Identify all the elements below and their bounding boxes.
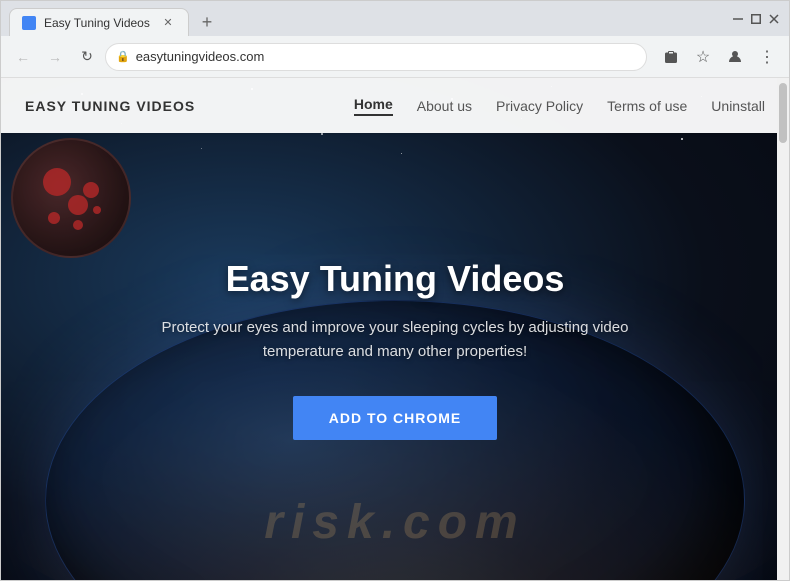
- nav-privacy[interactable]: Privacy Policy: [496, 98, 583, 114]
- hero-content: Easy Tuning Videos Protect your eyes and…: [145, 258, 645, 440]
- title-bar: Easy Tuning Videos ✕ +: [1, 1, 789, 36]
- scrollbar[interactable]: [777, 78, 789, 580]
- nav-about[interactable]: About us: [417, 98, 472, 114]
- active-tab[interactable]: Easy Tuning Videos ✕: [9, 8, 189, 36]
- maximize-button[interactable]: [749, 12, 763, 26]
- tab-close-button[interactable]: ✕: [160, 15, 176, 31]
- address-bar: ← → ↻ 🔒 easytuningvideos.com ☆ ⋮: [1, 36, 789, 78]
- nav-terms[interactable]: Terms of use: [607, 98, 687, 114]
- extensions-icon[interactable]: [657, 43, 685, 71]
- address-text: easytuningvideos.com: [136, 49, 636, 64]
- minimize-button[interactable]: [731, 12, 745, 26]
- site-logo: EASY TUNING VIDEOS: [25, 98, 354, 114]
- page-content: risk.com EASY TUNING VIDEOS Home About u…: [1, 78, 789, 580]
- reload-button[interactable]: ↻: [73, 43, 101, 71]
- hero-section: Easy Tuning Videos Protect your eyes and…: [1, 78, 789, 580]
- address-bar-input[interactable]: 🔒 easytuningvideos.com: [105, 43, 647, 71]
- tab-favicon: [22, 16, 36, 30]
- tab-title: Easy Tuning Videos: [44, 16, 152, 30]
- close-button[interactable]: [767, 12, 781, 26]
- forward-button[interactable]: →: [41, 43, 69, 71]
- nav-home[interactable]: Home: [354, 96, 393, 116]
- site-nav-links: Home About us Privacy Policy Terms of us…: [354, 96, 765, 116]
- back-button[interactable]: ←: [9, 43, 37, 71]
- new-tab-button[interactable]: +: [193, 8, 221, 36]
- menu-icon[interactable]: ⋮: [753, 43, 781, 71]
- site-navigation: EASY TUNING VIDEOS Home About us Privacy…: [1, 78, 789, 133]
- hero-title: Easy Tuning Videos: [145, 258, 645, 300]
- tab-bar: Easy Tuning Videos ✕ +: [9, 1, 723, 36]
- hero-subtitle: Protect your eyes and improve your sleep…: [145, 316, 645, 364]
- browser-window: Easy Tuning Videos ✕ + ← → ↻ 🔒 easytunin…: [0, 0, 790, 581]
- website: risk.com EASY TUNING VIDEOS Home About u…: [1, 78, 789, 580]
- scrollbar-thumb[interactable]: [779, 83, 787, 143]
- window-controls: [731, 12, 781, 26]
- nav-uninstall[interactable]: Uninstall: [711, 98, 765, 114]
- add-to-chrome-button[interactable]: ADD TO CHROME: [293, 396, 498, 440]
- profile-icon[interactable]: [721, 43, 749, 71]
- lock-icon: 🔒: [116, 50, 130, 63]
- toolbar-icons: ☆ ⋮: [657, 43, 781, 71]
- bookmark-icon[interactable]: ☆: [689, 43, 717, 71]
